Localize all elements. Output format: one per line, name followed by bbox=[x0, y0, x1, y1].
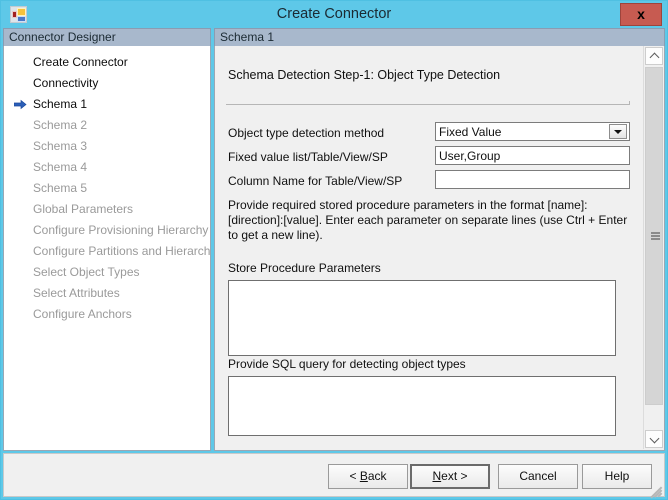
sidebar-item-configure-anchors: Configure Anchors bbox=[4, 304, 210, 325]
column-name-label: Column Name for Table/View/SP bbox=[228, 174, 403, 188]
sidebar-item-create-connector[interactable]: Create Connector bbox=[4, 52, 210, 73]
title-bar: Create Connector x bbox=[1, 1, 667, 28]
sidebar-item-schema-3: Schema 3 bbox=[4, 136, 210, 157]
sidebar-item-label: Connectivity bbox=[33, 76, 99, 90]
sidebar-item-label: Schema 3 bbox=[33, 139, 88, 153]
column-name-input[interactable] bbox=[435, 170, 630, 189]
content-scrollbar[interactable] bbox=[643, 46, 664, 449]
sidebar-item-label: Schema 1 bbox=[33, 97, 88, 111]
help-button[interactable]: Help bbox=[582, 464, 652, 489]
sidebar-item-select-object-types: Select Object Types bbox=[4, 262, 210, 283]
sidebar-item-global-parameters: Global Parameters bbox=[4, 199, 210, 220]
store-procedure-textarea[interactable] bbox=[228, 280, 616, 356]
sidebar-item-label: Configure Anchors bbox=[33, 307, 132, 321]
detection-method-select[interactable] bbox=[435, 122, 630, 141]
sidebar-item-label: Create Connector bbox=[33, 55, 128, 69]
arrow-right-icon bbox=[14, 99, 27, 110]
sidebar-item-configure-partitions-and-hierarchies: Configure Partitions and Hierarchies bbox=[4, 241, 210, 262]
sidebar-item-label: Configure Partitions and Hierarchies bbox=[33, 244, 211, 258]
sql-query-label: Provide SQL query for detecting object t… bbox=[228, 357, 466, 371]
sidebar-item-configure-provisioning-hierarchy: Configure Provisioning Hierarchy bbox=[4, 220, 210, 241]
sidebar-item-label: Schema 2 bbox=[33, 118, 88, 132]
sidebar-item-schema-1[interactable]: Schema 1 bbox=[4, 94, 210, 115]
resize-grip[interactable] bbox=[648, 481, 662, 498]
sidebar-nav: Create Connector Connectivity Schema 1 Sche… bbox=[3, 46, 211, 451]
close-button[interactable]: x bbox=[620, 3, 662, 26]
sql-query-textarea[interactable] bbox=[228, 376, 616, 436]
scrollbar-thumb[interactable] bbox=[645, 67, 663, 405]
panel-header-band: Connector Designer Schema 1 bbox=[3, 28, 665, 46]
scrollbar-grip bbox=[651, 232, 660, 240]
sidebar-item-label: Schema 4 bbox=[33, 160, 88, 174]
sidebar-item-schema-5: Schema 5 bbox=[4, 178, 210, 199]
fixed-value-list-label: Fixed value list/Table/View/SP bbox=[228, 150, 388, 164]
sidebar-item-label: Select Attributes bbox=[33, 286, 120, 300]
back-button[interactable]: < Back bbox=[328, 464, 408, 489]
sidebar-header: Connector Designer bbox=[3, 28, 211, 46]
sidebar-item-schema-2: Schema 2 bbox=[4, 115, 210, 136]
detection-method-label: Object type detection method bbox=[228, 126, 385, 140]
content-panel: Schema Detection Step-1: Object Type Det… bbox=[214, 46, 665, 451]
sidebar-item-label: Configure Provisioning Hierarchy bbox=[33, 223, 209, 237]
divider bbox=[226, 101, 630, 105]
sidebar-item-label: Select Object Types bbox=[33, 265, 140, 279]
sidebar-item-schema-4: Schema 4 bbox=[4, 157, 210, 178]
chevron-down-icon[interactable] bbox=[645, 430, 663, 448]
cancel-button[interactable]: Cancel bbox=[498, 464, 578, 489]
chevron-up-icon[interactable] bbox=[645, 47, 663, 65]
footer-bar: < Back Next > Cancel Help bbox=[3, 453, 665, 498]
sidebar-item-label: Schema 5 bbox=[33, 181, 88, 195]
next-button[interactable]: Next > bbox=[410, 464, 490, 489]
store-procedure-label: Store Procedure Parameters bbox=[228, 261, 381, 275]
sidebar-item-connectivity[interactable]: Connectivity bbox=[4, 73, 210, 94]
helper-text: Provide required stored procedure parame… bbox=[228, 198, 628, 242]
page-title: Schema Detection Step-1: Object Type Det… bbox=[228, 68, 501, 82]
sidebar-item-label: Global Parameters bbox=[33, 202, 134, 216]
chevron-down-icon[interactable] bbox=[609, 124, 627, 139]
content-scroll-area: Schema Detection Step-1: Object Type Det… bbox=[215, 46, 643, 449]
sidebar-item-select-attributes: Select Attributes bbox=[4, 283, 210, 304]
window-title: Create Connector bbox=[276, 6, 392, 22]
fixed-value-list-input[interactable] bbox=[435, 146, 630, 165]
create-connector-window: Create Connector x Connector Designer Sc… bbox=[0, 0, 668, 500]
content-header: Schema 1 bbox=[214, 28, 665, 46]
